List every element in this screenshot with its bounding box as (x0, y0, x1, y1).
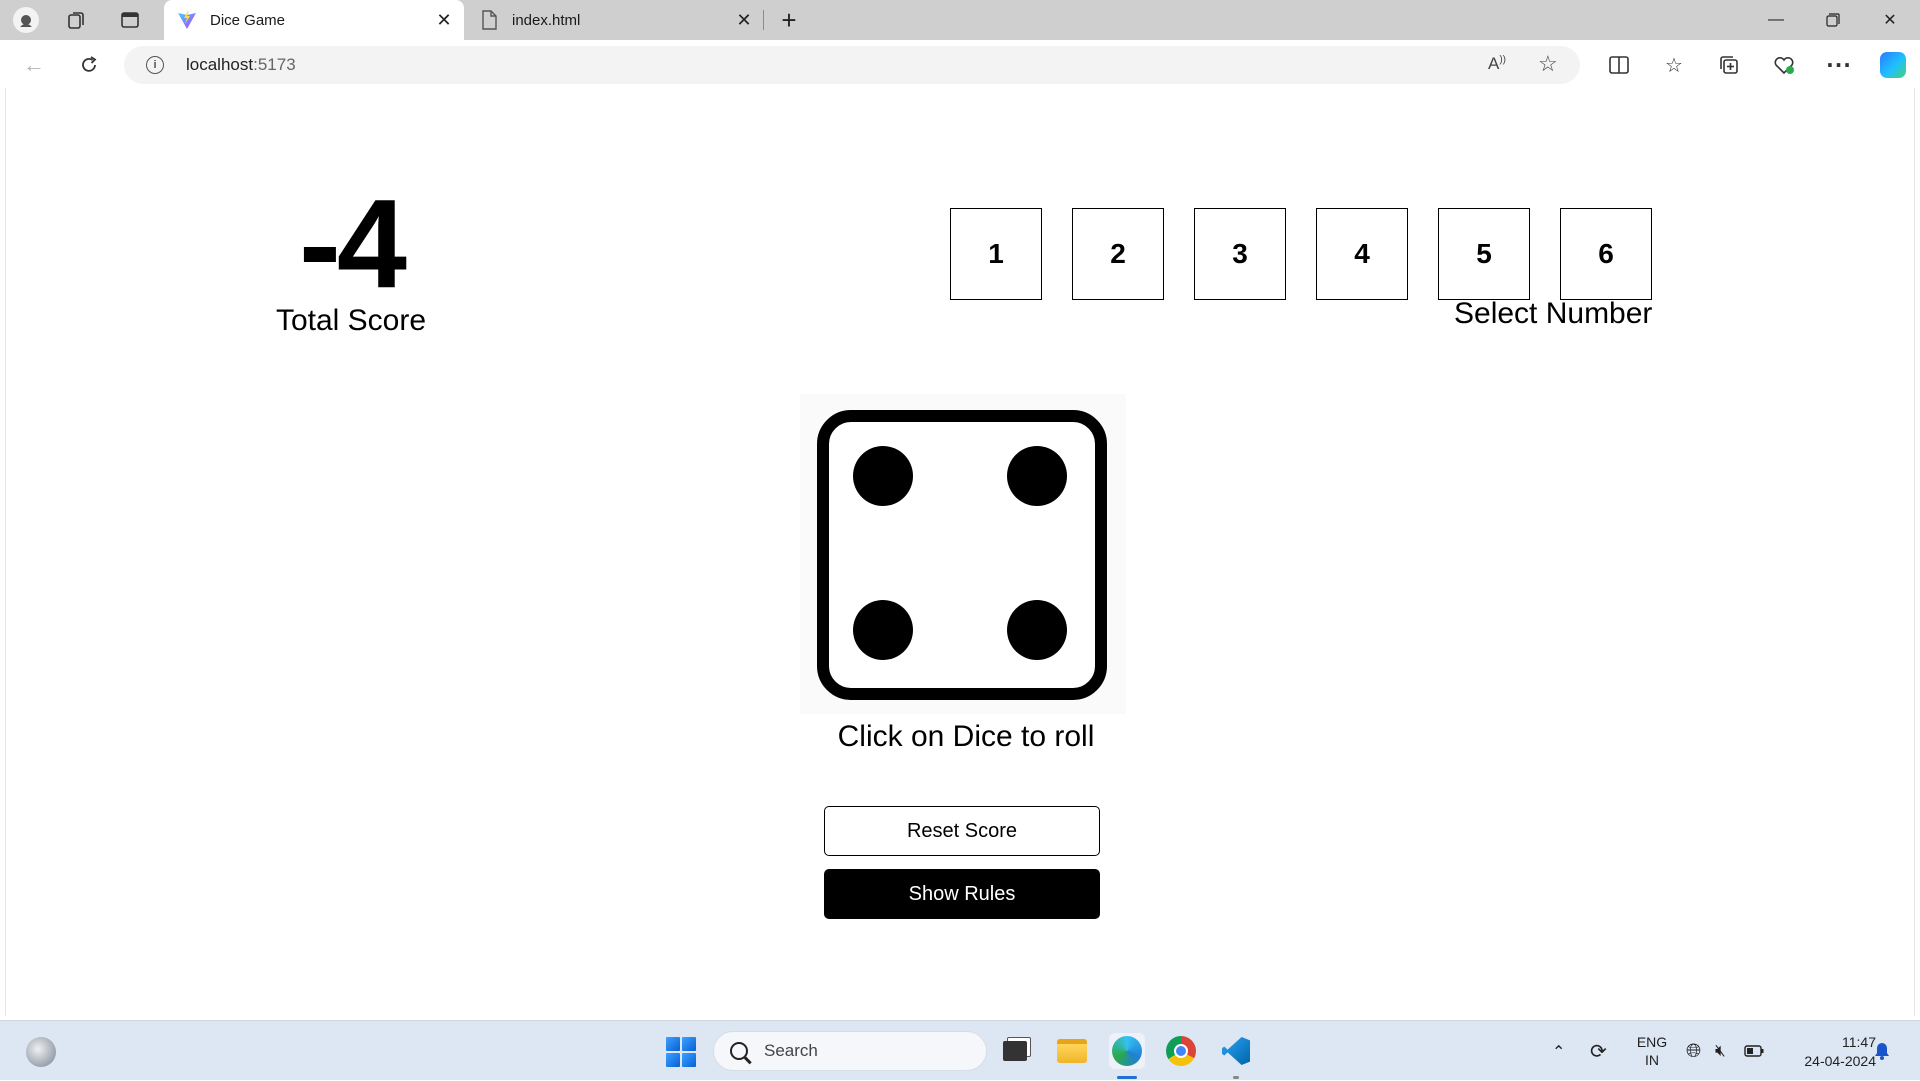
add-favorite-star-icon[interactable]: ☆ (1538, 51, 1558, 77)
windows-start-icon[interactable] (666, 1037, 696, 1067)
widgets-icon[interactable] (26, 1037, 56, 1067)
tab-dice-game[interactable]: Dice Game ✕ (164, 0, 464, 40)
tab-label: index.html (512, 11, 581, 29)
chrome-browser-icon[interactable] (1163, 1033, 1199, 1069)
tab-label: Dice Game (210, 11, 286, 29)
language-indicator[interactable]: ENG IN (1632, 1033, 1672, 1069)
system-clock[interactable]: 11:47 24-04-2024 (1786, 1033, 1876, 1071)
network-globe-icon[interactable]: 🌐︎ (1686, 1021, 1701, 1081)
copilot-icon[interactable] (1878, 50, 1908, 80)
notification-bell-icon[interactable] (1874, 1021, 1890, 1081)
url-text[interactable]: localhost:5173 (186, 55, 296, 75)
sync-icon[interactable]: ⟳ (1590, 1021, 1607, 1081)
clock-date: 24-04-2024 (1804, 1053, 1876, 1069)
total-score-value: -4 (298, 173, 407, 314)
profile-icon[interactable] (12, 6, 40, 34)
number-box-5[interactable]: 5 (1438, 208, 1530, 300)
restore-icon[interactable] (1815, 4, 1851, 36)
taskbar: Search ⌃ ⟳ ENG IN 🌐︎ 🔇︎ 11:47 24-04-2024 (0, 1020, 1920, 1080)
show-rules-button[interactable]: Show Rules (824, 869, 1100, 919)
number-box-2[interactable]: 2 (1072, 208, 1164, 300)
workspaces-icon[interactable] (63, 6, 91, 34)
reset-score-button[interactable]: Reset Score (824, 806, 1100, 856)
taskbar-search[interactable]: Search (713, 1031, 987, 1071)
show-hidden-icons-chevron-icon[interactable]: ⌃ (1552, 1021, 1565, 1081)
dice-image[interactable] (800, 394, 1126, 714)
dice-pip (853, 600, 913, 660)
close-tab-icon[interactable]: ✕ (430, 6, 458, 34)
vite-logo-icon (176, 9, 198, 31)
active-app-indicator (1117, 1076, 1137, 1079)
close-window-icon[interactable]: ✕ (1872, 4, 1908, 36)
back-arrow-icon[interactable]: ← (17, 48, 51, 82)
number-selector: 1 2 3 4 5 6 (950, 208, 1652, 300)
region-code: IN (1645, 1052, 1659, 1068)
select-number-label: Select Number (1454, 297, 1653, 330)
tab-divider (763, 10, 764, 30)
file-explorer-icon[interactable] (1054, 1033, 1090, 1069)
dice-face-icon (817, 410, 1107, 700)
running-app-indicator (1233, 1076, 1239, 1079)
read-aloud-icon[interactable]: A)) (1488, 54, 1506, 74)
language-code: ENG (1636, 1034, 1668, 1050)
new-tab-icon[interactable]: + (775, 5, 803, 35)
dice-pip (1007, 600, 1067, 660)
dice-pip (1007, 446, 1067, 506)
browser-essentials-icon[interactable] (1769, 50, 1799, 80)
volume-muted-icon[interactable]: 🔇︎ (1715, 1021, 1726, 1081)
task-view-icon[interactable] (997, 1033, 1033, 1069)
close-tab-icon[interactable]: ✕ (730, 6, 758, 34)
refresh-icon[interactable] (72, 48, 106, 82)
number-box-6[interactable]: 6 (1560, 208, 1652, 300)
browser-toolbar: ← i localhost:5173 A)) ☆ ☆ ··· (0, 40, 1920, 88)
site-info-icon[interactable]: i (146, 56, 164, 74)
browser-tab-bar: Dice Game ✕ index.html ✕ + — ✕ (0, 0, 1920, 40)
roll-hint-text: Click on Dice to roll (837, 720, 1095, 753)
minimize-icon[interactable]: — (1758, 4, 1794, 36)
url-port: :5173 (253, 55, 296, 74)
vscode-icon[interactable] (1218, 1033, 1254, 1069)
search-icon (730, 1042, 748, 1060)
tab-index-html[interactable]: index.html ✕ (466, 0, 764, 40)
address-bar[interactable]: i localhost:5173 A)) ☆ (124, 46, 1580, 84)
more-options-icon[interactable]: ··· (1824, 50, 1854, 80)
number-box-1[interactable]: 1 (950, 208, 1042, 300)
clock-time: 11:47 (1842, 1034, 1876, 1050)
file-icon (478, 9, 500, 31)
battery-icon[interactable] (1744, 1021, 1764, 1081)
number-box-3[interactable]: 3 (1194, 208, 1286, 300)
url-host: localhost (186, 55, 254, 74)
vertical-tabs-icon[interactable] (116, 6, 144, 34)
total-score-label: Total Score (275, 304, 427, 337)
page-viewport: -4 Total Score 1 2 3 4 5 6 Select Number… (5, 88, 1915, 1016)
number-box-4[interactable]: 4 (1316, 208, 1408, 300)
edge-browser-icon[interactable] (1109, 1033, 1145, 1069)
score-section: -4 Total Score (266, 173, 436, 338)
favorites-icon[interactable]: ☆ (1659, 50, 1689, 80)
split-screen-icon[interactable] (1604, 50, 1634, 80)
dice-pip (853, 446, 913, 506)
collections-icon[interactable] (1714, 50, 1744, 80)
search-placeholder: Search (764, 1041, 818, 1060)
